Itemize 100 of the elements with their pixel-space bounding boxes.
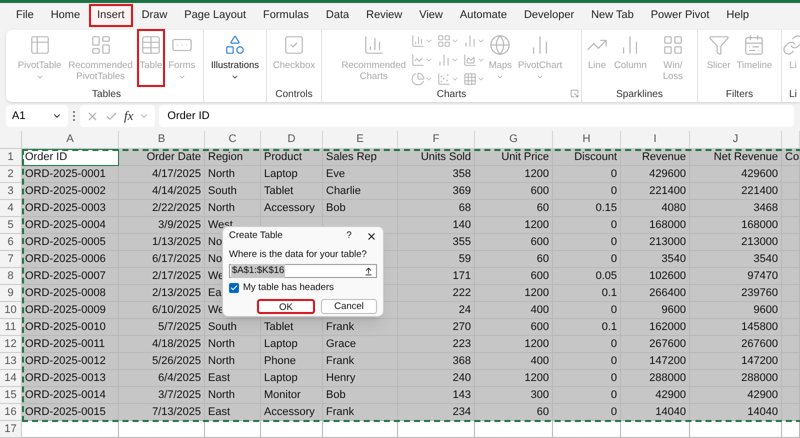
row-header[interactable]: 17 [0, 421, 22, 438]
table-cell: 1200 [475, 166, 553, 183]
menu-tab[interactable]: Draw [134, 4, 176, 26]
table-cell: Eve [323, 166, 398, 183]
column-header[interactable]: J [690, 131, 782, 148]
group-label: Sparklines [616, 88, 663, 102]
menu-tab[interactable]: Page Layout [176, 4, 254, 26]
table-cell: ORD-2025-0007 [22, 268, 119, 285]
table-cell: Bob [323, 387, 398, 404]
row-header[interactable]: 8 [0, 268, 22, 285]
row-header[interactable]: 15 [0, 387, 22, 404]
menu-tab[interactable]: File [8, 4, 42, 26]
row-header[interactable]: 1 [0, 149, 22, 166]
table-cell: ORD-2025-0014 [22, 387, 119, 404]
menu-tab[interactable]: Developer [516, 4, 582, 26]
close-icon[interactable] [366, 230, 377, 242]
group-label: Li [789, 88, 797, 102]
column-header[interactable]: G [475, 131, 553, 148]
checkbox-icon [283, 34, 305, 56]
table-cell: 6/10/2025 [119, 302, 205, 319]
table-cell: 3/9/2025 [119, 217, 205, 234]
table-cell: Co [782, 149, 800, 166]
table-cell: 14040 [621, 404, 690, 421]
row-header[interactable]: 10 [0, 302, 22, 319]
table-cell: 0.1 [553, 285, 621, 302]
menu-tab[interactable]: Automate [452, 4, 515, 26]
table-cell: 0 [553, 217, 621, 234]
row-header[interactable]: 11 [0, 319, 22, 336]
menu-tab[interactable]: New Tab [583, 4, 642, 26]
cancel-button[interactable]: Cancel [321, 298, 377, 314]
column-header[interactable]: A [22, 131, 119, 148]
function-button[interactable]: fx [124, 106, 134, 126]
menu-tab[interactable]: Data [318, 4, 358, 26]
column-header[interactable]: I [621, 131, 690, 148]
row-header[interactable]: 2 [0, 166, 22, 183]
table-cell: 288000 [621, 370, 690, 387]
row-header[interactable]: 14 [0, 370, 22, 387]
pivot-table-icon [28, 34, 51, 56]
row-header[interactable]: 3 [0, 183, 22, 200]
table-cell: 355 [398, 234, 475, 251]
table-cell: 60 [475, 200, 553, 217]
table-cell: Bob [323, 200, 398, 217]
table-cell: Frank [323, 404, 398, 421]
table-cell: Product [261, 149, 323, 166]
dialog-launcher-icon[interactable] [570, 89, 579, 98]
name-box[interactable]: A1 [6, 105, 68, 127]
menu-tab[interactable]: Review [358, 4, 410, 26]
table-cell: ORD-2025-0009 [22, 302, 119, 319]
ok-button[interactable]: OK [257, 298, 315, 314]
formula-field[interactable]: Order ID [159, 105, 794, 127]
chart-icon [410, 72, 425, 86]
table-cell: 1200 [475, 285, 553, 302]
table-cell: ORD-2025-0002 [22, 183, 119, 200]
table-cell: 68 [398, 200, 475, 217]
table-cell: 171 [398, 268, 475, 285]
row-header[interactable]: 16 [0, 404, 22, 421]
table-cell: East [205, 404, 261, 421]
table-cell: 234 [398, 404, 475, 421]
menu-tab[interactable]: View [411, 4, 451, 26]
row-header[interactable]: 9 [0, 285, 22, 302]
table-cell: 7/13/2025 [119, 404, 205, 421]
grip-icon [72, 110, 76, 122]
menu-tab[interactable]: Power Pivot [642, 4, 718, 26]
column-header[interactable]: D [261, 131, 323, 148]
collapse-icon[interactable] [364, 266, 373, 276]
table-cell: South [205, 183, 261, 200]
column-header[interactable]: B [119, 131, 205, 148]
table-cell: 4/18/2025 [119, 336, 205, 353]
row-header[interactable]: 5 [0, 217, 22, 234]
menu-tab[interactable]: Help [718, 4, 758, 26]
column-header[interactable]: E [323, 131, 398, 148]
table-cell: ORD-2025-0003 [22, 200, 119, 217]
group-label: Charts [436, 88, 466, 102]
help-button[interactable]: ? [340, 228, 358, 244]
cancel-icon[interactable] [86, 110, 99, 123]
table-cell: Laptop [261, 336, 323, 353]
menu-tab[interactable]: Home [42, 4, 88, 26]
headers-checkbox[interactable] [229, 283, 239, 294]
table-cell: 0 [553, 302, 621, 319]
row-header[interactable]: 4 [0, 200, 22, 217]
row-header[interactable]: 6 [0, 234, 22, 251]
column-header[interactable]: H [553, 131, 621, 148]
row-header[interactable]: 13 [0, 353, 22, 370]
globe-icon [489, 34, 512, 56]
table-cell: 147200 [690, 353, 782, 370]
column-header[interactable]: F [398, 131, 475, 148]
menu-tab[interactable]: Insert [89, 4, 133, 26]
column-header[interactable]: C [205, 131, 261, 148]
range-field[interactable]: $A$1:$K$16 [229, 264, 377, 278]
menu-tab[interactable]: Formulas [255, 4, 317, 26]
table-cell: 168000 [690, 217, 782, 234]
ribbon-button[interactable]: Illustrations [208, 30, 262, 86]
table-cell: 1200 [475, 336, 553, 353]
table-cell: Laptop [261, 166, 323, 183]
chart-icon [436, 34, 451, 48]
table-cell: 267600 [621, 336, 690, 353]
row-header[interactable]: 12 [0, 336, 22, 353]
table-cell: 0.05 [553, 268, 621, 285]
table-cell: 1/13/2025 [119, 234, 205, 251]
row-header[interactable]: 7 [0, 251, 22, 268]
